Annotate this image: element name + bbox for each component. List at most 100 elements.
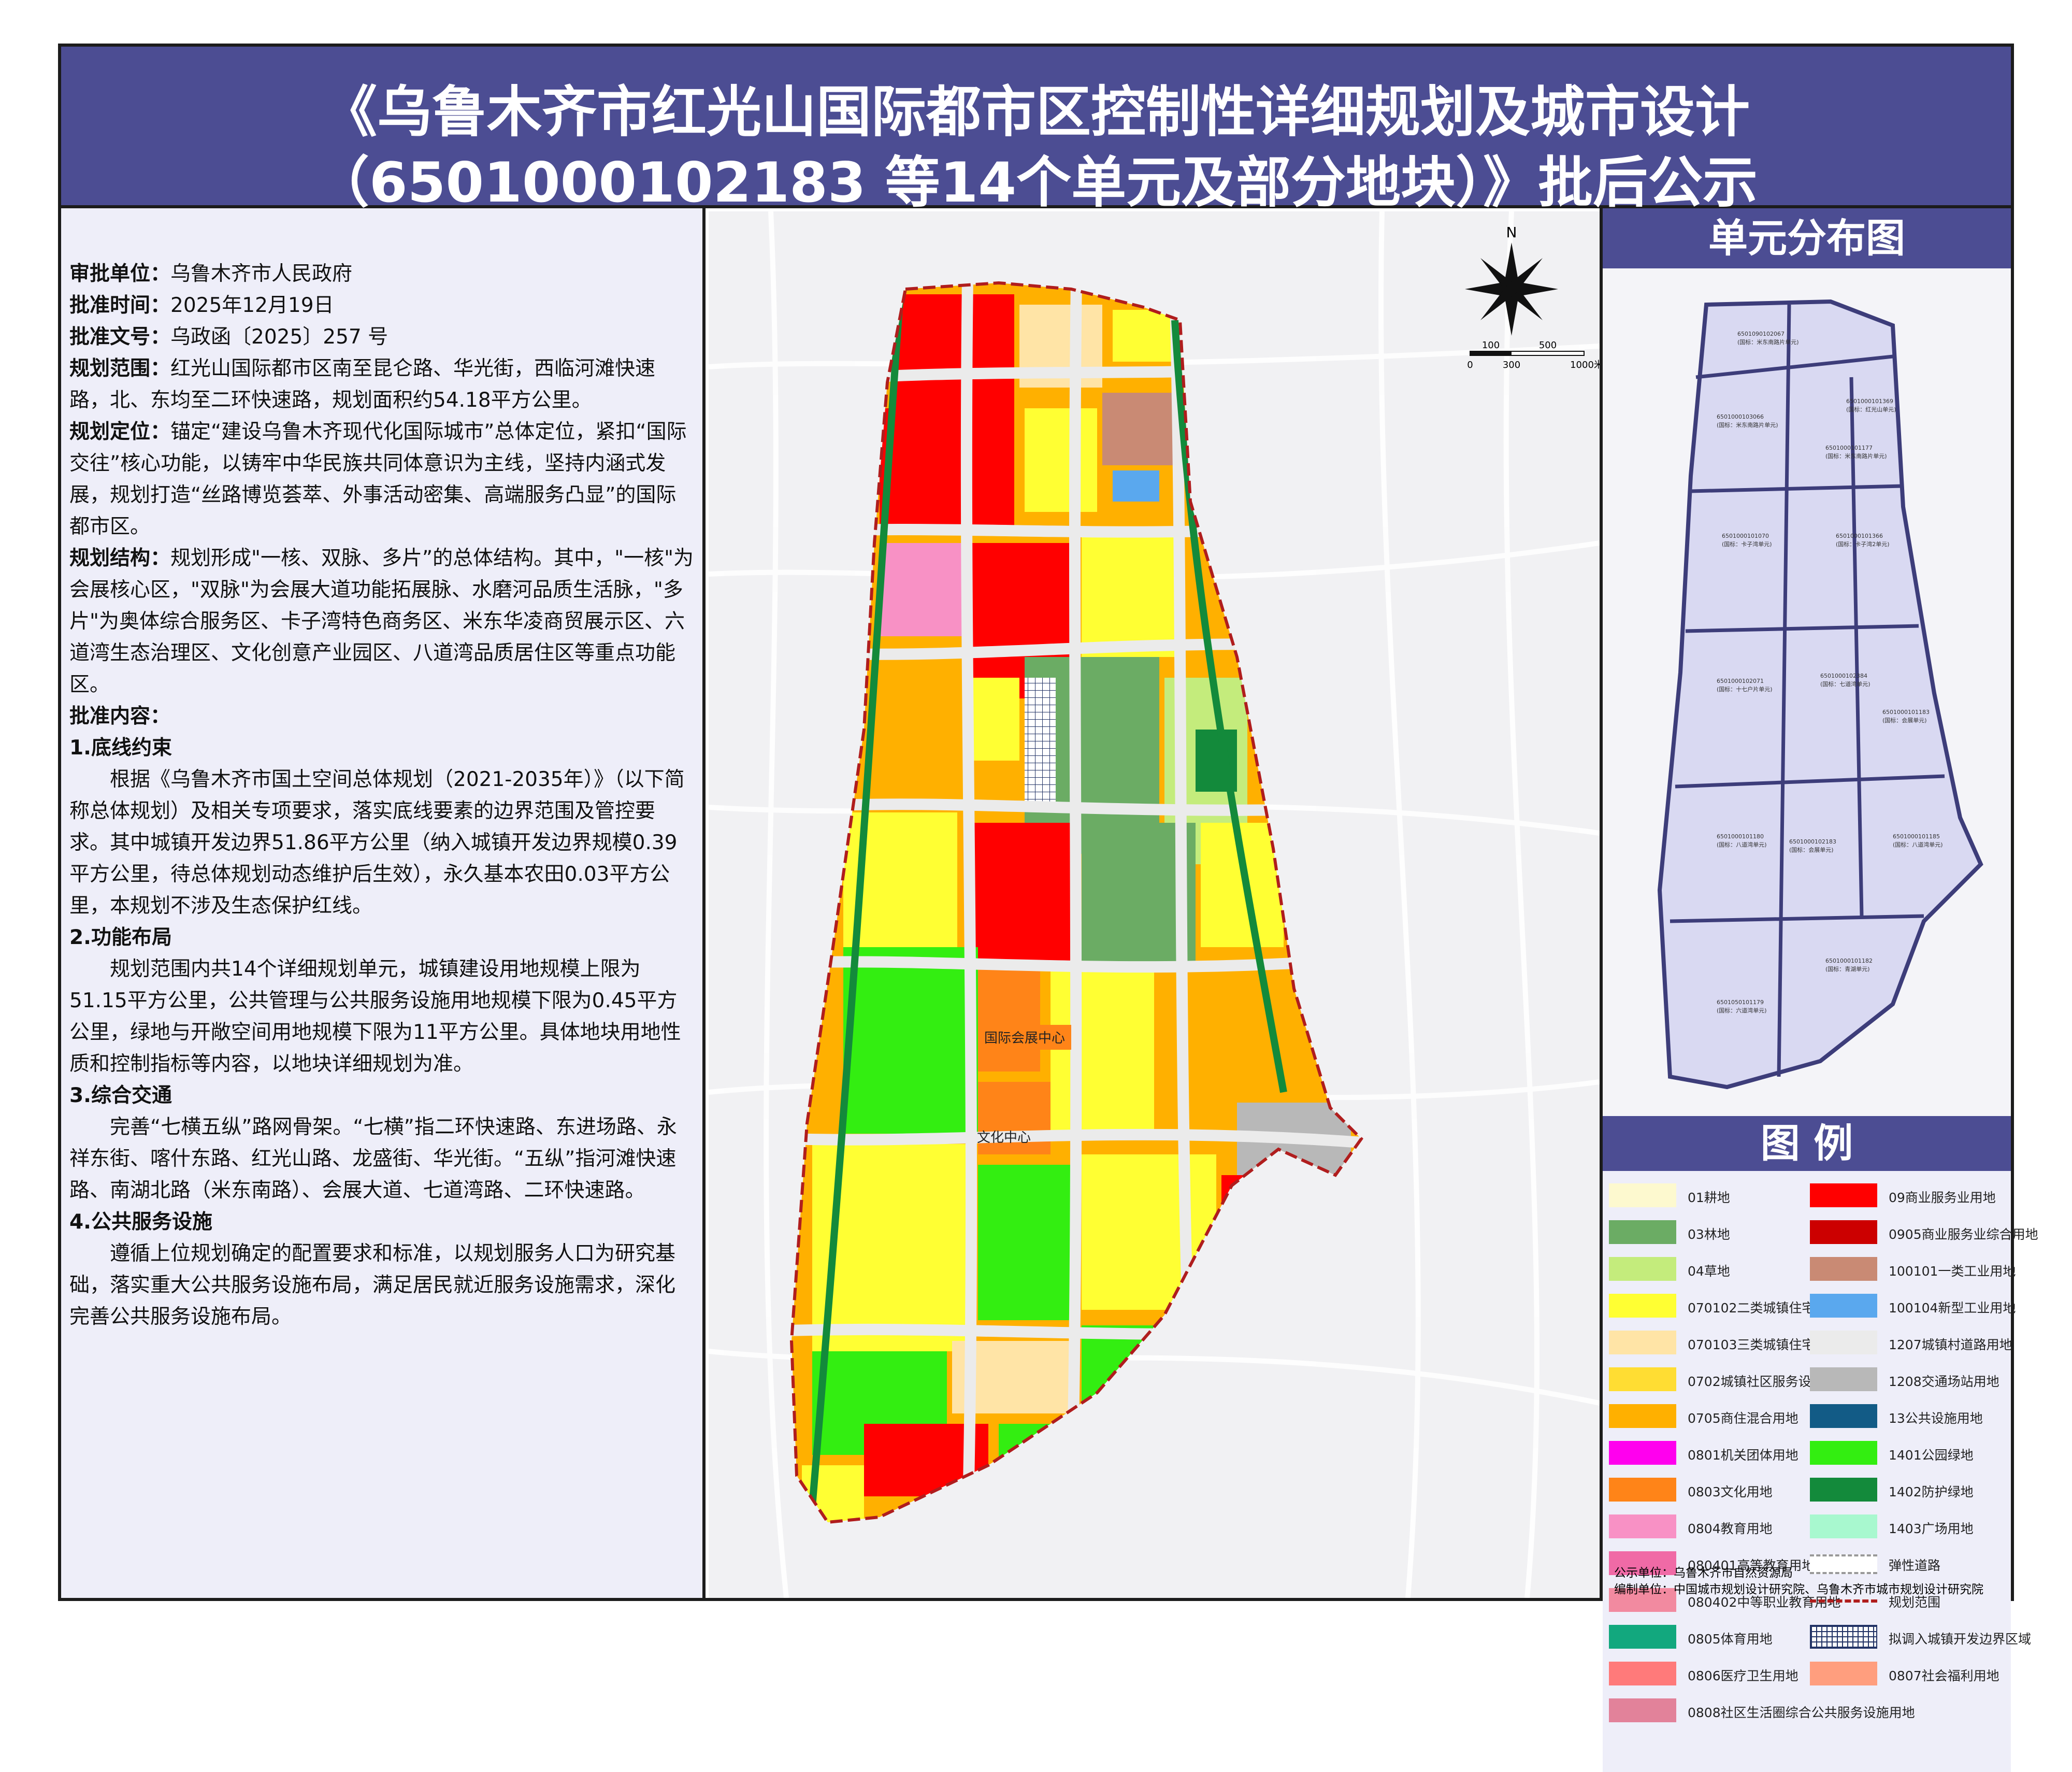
announcer-value: 乌鲁木齐市自然资源局 [1674,1566,1793,1580]
legend-label: 0905商业服务业综合用地 [1889,1227,2038,1242]
unit-code: 6501000101185 [1893,833,1940,840]
unit-code: 6501000101180 [1717,833,1764,840]
legend-swatch [1609,1441,1676,1465]
legend-label: 1402防护绿地 [1889,1484,1974,1499]
unit-code: 6501000103066 [1717,413,1764,420]
unit-name: (国标：米东南路片单元) [1737,338,1799,346]
structure-label: 规划结构： [69,547,171,570]
legend-swatch [1609,1662,1676,1685]
unit-code: 6501000101070 [1722,533,1769,539]
unit-code: 6501000102183 [1789,838,1836,845]
approver-value: 乌鲁木齐市人民政府 [170,262,353,285]
legend-label: 100101一类工业用地 [1889,1264,2016,1279]
land-use-map[interactable]: 国际会展中心 文化中心 N 100 500 0 300 1000米 [709,211,1600,1598]
doc-label: 批准文号： [69,325,171,349]
section-4-text: 遵循上位规划确定的配置要求和标准，以规划服务人口为研究基础，落实重大公共服务设施… [69,1242,676,1328]
unit-name: (国标：八道湾单元) [1717,841,1767,848]
scale-1000: 1000米 [1570,360,1600,370]
land-use-map-svg: 国际会展中心 文化中心 N 100 500 0 300 1000米 [709,211,1600,1598]
date-label: 批准时间： [69,294,171,317]
unit-name: (国标：七道湾单元) [1820,680,1870,688]
legend-swatch [1609,1625,1676,1649]
unit-code: 6501000101182 [1825,958,1873,964]
legend-label: 09商业服务业用地 [1889,1190,1996,1205]
unit-code: 6501000101183 [1882,709,1930,716]
unit-name: (国标：六道湾单元) [1717,1007,1767,1014]
unit-name: (国标：卡子湾单元) [1722,540,1772,548]
legend-swatch [1609,1294,1676,1318]
legend-label: 03林地 [1688,1227,1730,1242]
announcer-label: 公示单位： [1614,1566,1674,1580]
legend-swatch [1810,1331,1877,1354]
legend-label: 1208交通场站用地 [1889,1374,1999,1389]
section-4-heading: 4.公共服务设施 [69,1210,212,1234]
announcer-row: 公示单位：乌鲁木齐市自然资源局 [1603,1563,2011,1580]
legend-label: 1207城镇村道路用地 [1889,1337,2012,1352]
title-line-2: （6501000102183 等14个单元及部分地块）》批后公示 [314,151,1758,215]
scale-300: 300 [1503,360,1520,370]
editor-value: 中国城市规划设计研究院、乌鲁木齐市城市规划设计研究院 [1674,1583,1983,1596]
legend-swatch [1609,1220,1676,1244]
legend-label: 0804教育用地 [1688,1521,1773,1536]
unit-distribution-map[interactable]: 6501090102067 (国标：米东南路片单元) 6501000103066 (国… [1603,268,2011,1116]
unit-code: 6501000101177 [1825,445,1873,451]
right-panel: 单元分布图 6501090102067 (国标：米东南路片单元) 650100010… [1600,208,2038,1772]
info-panel: 审批单位：乌鲁木齐市人民政府 批准时间：2025年12月19日 批准文号：乌政函… [61,208,706,1598]
legend-swatch [1609,1331,1676,1354]
legend-label: 13公共设施用地 [1889,1411,1983,1426]
unit-name: (国标：米东南路片单元) [1717,421,1778,428]
legend-swatch [1810,1625,1877,1649]
unit-name: (国标：米东南路片单元) [1825,452,1887,460]
legend-swatch [1810,1599,1877,1603]
north-letter: N [1506,224,1517,241]
unit-name: (国标：会展单元) [1789,846,1834,853]
content-label: 批准内容： [69,705,171,728]
section-3-text: 完善“七横五纵”路网骨架。“七横”指二环快速路、东进场路、永祥东街、喀什东路、红… [69,1116,677,1202]
structure-row: 规划结构：规划形成"一核、双脉、多片”的总体结构。其中，"一核"为会展核心区，"… [69,542,694,701]
legend-label: 100104新型工业用地 [1889,1301,2016,1316]
legend-swatch [1609,1698,1676,1722]
editor-label: 编制单位： [1614,1583,1674,1596]
editor-row: 编制单位：中国城市规划设计研究院、乌鲁木齐市城市规划设计研究院 [1603,1579,2011,1596]
label-exhibition-center: 国际会展中心 [984,1031,1065,1046]
unit-name: (国标：八道湾单元) [1893,841,1943,848]
legend-label: 0807社会福利用地 [1889,1668,1999,1683]
scale-top-100: 100 [1482,340,1500,351]
section-2-heading: 2.功能布局 [69,926,172,949]
legend-label: 1403广场用地 [1889,1521,1974,1536]
title-banner: 《乌鲁木齐市红光山国际都市区控制性详细规划及城市设计 （650100010218… [61,47,2011,215]
position-label: 规划定位： [69,420,171,444]
unit-code: 6501000101369 [1846,398,1893,405]
legend-label: 0805体育用地 [1688,1632,1773,1647]
unit-name: (国标：十七户片单元) [1717,685,1773,693]
legend-label: 0801机关团体用地 [1688,1448,1798,1463]
scope-row: 规划范围：红光山国际都市区南至昆仑路、华光街，西临河滩快速路，北、东均至二环快速… [69,353,694,416]
section-2-text: 规划范围内共14个详细规划单元，城镇建设用地规模上限为51.15平方公里，公共管… [69,958,681,1076]
unit-code: 6501000102384 [1820,673,1867,679]
unit-name: (国标：会展单元) [1882,717,1927,724]
legend-swatch [1810,1183,1877,1207]
legend-label: 0808社区生活圈综合公共服务设施用地 [1688,1705,1915,1720]
legend-label: 0705商住混合用地 [1688,1411,1798,1426]
legend-swatch [1609,1257,1676,1281]
legend-swatch [1609,1367,1676,1391]
legend-label: 01耕地 [1688,1190,1730,1205]
section-3-heading: 3.综合交通 [69,1084,172,1107]
legend-swatch [1609,1183,1676,1207]
scale-top-500: 500 [1539,340,1557,351]
legend-swatch [1810,1367,1877,1391]
legend-label: 0803文化用地 [1688,1484,1773,1499]
doc-row: 批准文号：乌政函〔2025〕257 号 [69,321,694,353]
scope-label: 规划范围： [69,357,171,380]
unit-name: (国标：红光山单元) [1846,406,1896,413]
unit-code: 6501050101179 [1717,999,1764,1006]
section-1-text: 根据《乌鲁木齐市国土空间总体规划（2021-2035年）》（以下简称总体规划）及… [69,768,685,918]
position-row: 规划定位：锚定“建设乌鲁木齐现代化国际城市”总体定位，紧扣“国际交往”核心功能，… [69,416,694,542]
doc-value: 乌政函〔2025〕257 号 [170,325,388,349]
legend-heading: 图 例 [1603,1116,2011,1171]
legend-swatch [1810,1294,1877,1318]
unit-name: (国标：青湖单元) [1825,965,1870,973]
legend-swatch [1810,1514,1877,1538]
legend-swatch [1609,1478,1676,1502]
unit-map-heading: 单元分布图 [1603,208,2011,268]
